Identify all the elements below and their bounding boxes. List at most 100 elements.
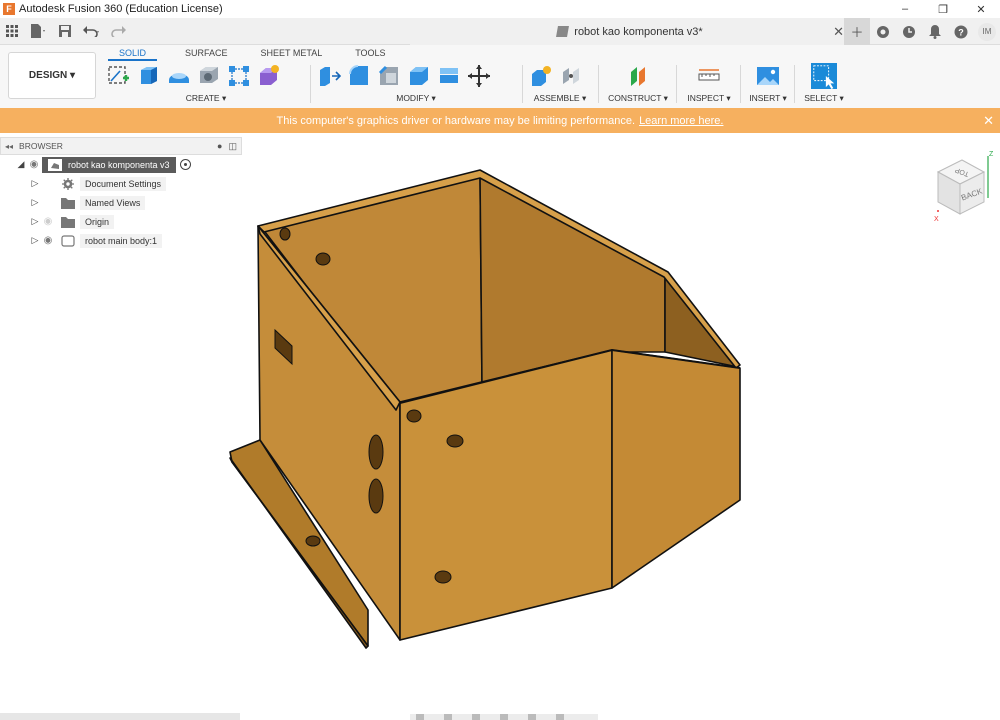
tab-tools[interactable]: TOOLS — [333, 47, 396, 61]
fit-icon[interactable] — [500, 714, 508, 720]
tab-surface[interactable]: SURFACE — [157, 47, 239, 61]
insert-menu[interactable]: INSERT ▾ — [746, 93, 790, 104]
create-menu[interactable]: CREATE ▾ — [106, 93, 306, 104]
inspect-group: INSPECT ▾ — [682, 62, 736, 106]
hole-icon[interactable] — [196, 63, 222, 89]
select-menu[interactable]: SELECT ▾ — [800, 93, 848, 104]
minimize-browser-icon[interactable]: ● — [217, 141, 222, 152]
visibility-eye-icon[interactable]: ◉ — [40, 235, 56, 246]
create-form-icon[interactable] — [256, 63, 282, 89]
measure-icon[interactable] — [696, 63, 722, 89]
view-cube[interactable]: TOP BACK Z X — [928, 150, 994, 228]
undo-icon[interactable] — [78, 18, 106, 45]
root-component[interactable]: robot kao komponenta v3 — [42, 156, 176, 173]
fusion-logo-icon: F — [3, 3, 15, 15]
user-avatar[interactable]: IM — [978, 22, 996, 41]
body-icon — [61, 234, 75, 247]
expand-browser-icon[interactable]: ◫ — [228, 141, 237, 152]
new-component-icon[interactable] — [528, 63, 554, 89]
move-copy-icon[interactable] — [466, 63, 492, 89]
visibility-eye-icon[interactable]: ◉ — [26, 159, 42, 170]
separator — [310, 65, 311, 103]
tree-item-origin[interactable]: ▷ ◉ Origin — [0, 212, 242, 231]
insert-image-icon[interactable] — [755, 63, 781, 89]
tab-solid[interactable]: SOLID — [108, 47, 158, 61]
tree-item-document-settings[interactable]: ▷ Document Settings — [0, 174, 242, 193]
pattern-icon[interactable] — [226, 63, 252, 89]
construct-group: CONSTRUCT ▾ — [604, 62, 672, 106]
root-label: robot kao komponenta v3 — [68, 159, 170, 170]
save-icon[interactable] — [52, 18, 78, 45]
apps-grid-icon[interactable] — [0, 18, 24, 45]
select-icon[interactable] — [811, 63, 837, 89]
collapse-icon[interactable]: ◢ — [16, 159, 26, 170]
app-title: Autodesk Fusion 360 (Education License) — [19, 3, 223, 15]
toolbar-ribbon: DESIGN ▾ SOLID SURFACE SHEET METAL TOOLS — [0, 45, 1000, 108]
minimize-button[interactable]: – — [886, 0, 924, 18]
tree-item-label: Document Settings — [80, 176, 167, 191]
tab-bar-right: ＋ ? IM — [844, 18, 1000, 45]
expand-icon[interactable]: ▷ — [30, 235, 40, 246]
tab-sheet-metal[interactable]: SHEET METAL — [239, 47, 334, 61]
learn-more-link[interactable]: Learn more here. — [639, 115, 723, 127]
revolve-icon[interactable] — [166, 63, 192, 89]
shell-icon[interactable] — [406, 63, 432, 89]
job-status-icon[interactable] — [896, 18, 922, 45]
pan-icon[interactable] — [444, 714, 452, 720]
browser-header: ◂◂ BROWSER ● ◫ — [0, 137, 242, 155]
expand-icon[interactable]: ▷ — [30, 216, 40, 227]
navigation-bar — [410, 714, 598, 720]
component-icon — [48, 158, 62, 171]
document-tab[interactable]: robot kao komponenta v3* ✕ — [410, 18, 850, 45]
document-tab-title: robot kao komponenta v3* — [574, 25, 703, 38]
tree-item-label: robot main body:1 — [80, 233, 163, 248]
orbit-icon[interactable] — [416, 714, 424, 720]
extrude-icon[interactable] — [136, 63, 162, 89]
extensions-icon[interactable] — [870, 18, 896, 45]
workspace-switcher[interactable]: DESIGN ▾ — [8, 52, 96, 99]
tree-item-named-views[interactable]: ▷ Named Views — [0, 193, 242, 212]
tab-bar: robot kao komponenta v3* ✕ ＋ ? IM — [0, 18, 1000, 45]
assemble-group: ASSEMBLE ▾ — [528, 62, 592, 106]
joint-icon[interactable] — [558, 63, 584, 89]
hidden-eye-icon[interactable]: ◉ — [40, 216, 56, 227]
notifications-icon[interactable] — [922, 18, 948, 45]
document-icon — [556, 26, 570, 37]
restore-button[interactable]: ❐ — [924, 0, 962, 18]
construct-menu[interactable]: CONSTRUCT ▾ — [604, 93, 672, 104]
offset-plane-icon[interactable] — [625, 63, 651, 89]
chamfer-icon[interactable] — [376, 63, 402, 89]
tree-item-body[interactable]: ▷ ◉ robot main body:1 — [0, 231, 242, 250]
expand-icon[interactable]: ▷ — [30, 197, 40, 208]
create-sketch-icon[interactable] — [106, 63, 132, 89]
browser-root[interactable]: ◢ ◉ robot kao komponenta v3 — [0, 155, 242, 174]
close-button[interactable]: ✕ — [962, 0, 1000, 18]
performance-warning-banner: This computer's graphics driver or hardw… — [0, 108, 1000, 133]
grid-settings-icon[interactable] — [556, 714, 564, 720]
combine-icon[interactable] — [436, 63, 462, 89]
zoom-icon[interactable] — [472, 714, 480, 720]
separator — [676, 65, 677, 103]
title-bar: F Autodesk Fusion 360 (Education License… — [0, 0, 1000, 18]
display-settings-icon[interactable] — [528, 714, 536, 720]
insert-group: INSERT ▾ — [746, 62, 790, 106]
activate-radio-icon[interactable] — [179, 159, 191, 170]
close-tab-icon[interactable]: ✕ — [833, 24, 844, 40]
banner-text: This computer's graphics driver or hardw… — [276, 114, 636, 127]
assemble-menu[interactable]: ASSEMBLE ▾ — [528, 93, 592, 104]
press-pull-icon[interactable] — [316, 63, 342, 89]
inspect-menu[interactable]: INSPECT ▾ — [682, 93, 736, 104]
close-banner-icon[interactable]: ✕ — [983, 113, 994, 129]
modify-menu[interactable]: MODIFY ▾ — [316, 93, 516, 104]
collapse-browser-icon[interactable]: ◂◂ — [5, 142, 13, 151]
fillet-icon[interactable] — [346, 63, 372, 89]
folder-icon — [61, 197, 75, 209]
help-icon[interactable]: ? — [948, 18, 974, 45]
expand-icon[interactable]: ▷ — [30, 178, 40, 189]
browser-bottom-strip — [0, 713, 240, 720]
tree-item-label: Origin — [80, 214, 115, 229]
file-menu-icon[interactable] — [24, 18, 52, 45]
redo-icon[interactable] — [106, 18, 134, 45]
new-tab-icon[interactable]: ＋ — [844, 18, 870, 45]
window-controls: – ❐ ✕ — [886, 0, 1000, 18]
